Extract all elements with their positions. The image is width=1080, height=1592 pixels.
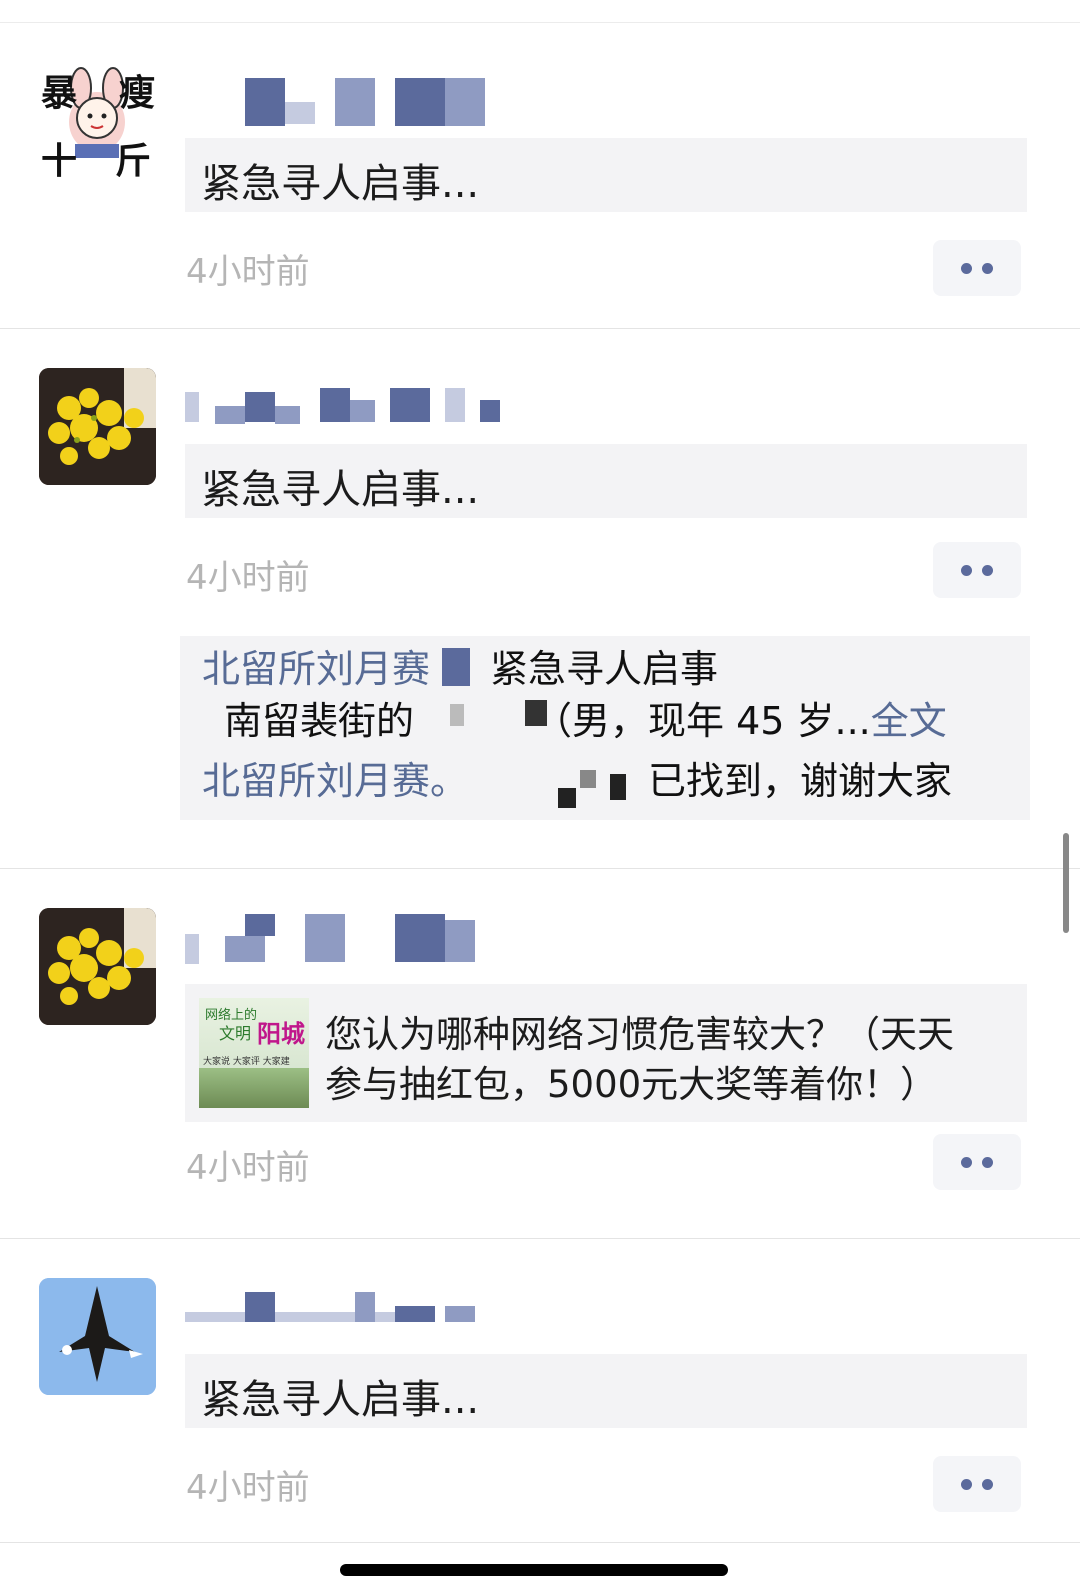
more-actions-button[interactable]	[933, 240, 1021, 296]
comment-text: （男，现年 45 岁...	[534, 699, 871, 743]
pixelated-username[interactable]	[185, 914, 515, 972]
mosaic-block	[395, 78, 445, 126]
post-time: 4小时前	[186, 558, 310, 598]
moment-post-3: 网络上的 文明 阳城 大家说 大家评 大家建 您认为哪种网络习惯危害较大？（天天…	[0, 868, 1080, 1239]
read-full-link[interactable]: 全文	[871, 699, 947, 743]
mosaic-block	[245, 914, 275, 936]
dot-icon	[982, 1479, 993, 1490]
thumb-text-2: 文明	[219, 1024, 252, 1043]
post-time: 4小时前	[186, 1468, 310, 1508]
avatar-text-3: 十	[41, 141, 78, 177]
article-thumbnail: 网络上的 文明 阳城 大家说 大家评 大家建	[199, 998, 309, 1108]
avatar-cartoon-sticker[interactable]: 暴 瘦 十 斤	[39, 60, 156, 177]
shared-link-card[interactable]: 紧急寻人启事...	[185, 1354, 1027, 1428]
mosaic-block	[225, 936, 265, 962]
mosaic-block	[245, 1292, 275, 1322]
moment-post-4: 紧急寻人启事... 4小时前	[0, 1238, 1080, 1543]
mosaic-block	[558, 788, 576, 808]
shared-link-card[interactable]: 网络上的 文明 阳城 大家说 大家评 大家建 您认为哪种网络习惯危害较大？（天天…	[185, 984, 1027, 1122]
pixelated-username[interactable]	[185, 1282, 515, 1340]
share-title-line-1: 您认为哪种网络习惯危害较大？（天天	[325, 1013, 954, 1056]
avatar-text-4: 斤	[115, 141, 152, 177]
comment-text: 紧急寻人启事	[490, 647, 719, 691]
thumb-text-3: 阳城	[257, 1020, 305, 1048]
eagle-icon	[39, 1278, 156, 1395]
comment-2[interactable]: 北留所刘月赛。 已找到，谢谢大家	[202, 750, 952, 805]
mosaic-block	[442, 648, 470, 686]
post-time: 4小时前	[186, 1148, 310, 1188]
mosaic-block	[275, 406, 300, 424]
share-title-line-2: 参与抽红包，5000元大奖等着你！）	[325, 1063, 938, 1106]
comment-text: 已找到，谢谢大家	[648, 759, 953, 803]
mosaic-block	[185, 934, 199, 964]
flower-photo-icon	[39, 908, 156, 1025]
dot-icon	[961, 263, 972, 274]
mosaic-block	[335, 78, 375, 126]
mosaic-block	[445, 1306, 475, 1322]
share-title: 紧急寻人启事...	[201, 1377, 480, 1423]
mosaic-block	[450, 704, 464, 726]
mosaic-block	[610, 774, 626, 800]
more-actions-button[interactable]	[933, 1134, 1021, 1190]
mosaic-block	[355, 1292, 375, 1322]
mosaic-block	[395, 1306, 435, 1322]
mosaic-block	[350, 400, 375, 422]
mosaic-block	[320, 388, 350, 422]
thumb-city-image	[199, 1068, 309, 1108]
avatar-text-2: 瘦	[119, 73, 156, 114]
scroll-indicator[interactable]	[1063, 833, 1069, 933]
mosaic-block	[215, 406, 245, 424]
comments-section: 北留所刘月赛 紧急寻人启事 南留裴街的 （男，现年 45 岁...全文 北留所刘月赛…	[180, 636, 1030, 820]
mosaic-block	[445, 78, 485, 126]
mosaic-block	[395, 914, 445, 962]
dot-icon	[982, 263, 993, 274]
flower-photo-icon	[39, 368, 156, 485]
mosaic-block	[185, 1312, 425, 1322]
comment-text: 南留裴街的	[224, 699, 415, 743]
mosaic-block	[245, 78, 285, 126]
mosaic-block	[245, 392, 275, 422]
comment-author[interactable]: 北留所刘月赛	[202, 647, 430, 691]
mosaic-block	[480, 400, 500, 422]
share-title: 紧急寻人启事...	[201, 161, 480, 207]
avatar-eagle[interactable]	[39, 1278, 156, 1395]
comment-1-continued: 南留裴街的 （男，现年 45 岁...全文	[224, 690, 947, 745]
avatar-yellow-flowers[interactable]	[39, 368, 156, 485]
mosaic-block	[445, 920, 475, 962]
dot-icon	[961, 1157, 972, 1168]
thumb-text-4: 大家说 大家评 大家建	[203, 1057, 290, 1067]
mosaic-block	[525, 700, 547, 726]
mosaic-block	[390, 388, 430, 422]
home-indicator[interactable]	[340, 1564, 728, 1576]
avatar-yellow-flowers[interactable]	[39, 908, 156, 1025]
moment-post-1: 暴 瘦 十 斤 紧急寻人启事... 4小时前	[0, 22, 1080, 329]
dot-icon	[982, 565, 993, 576]
mosaic-block	[305, 914, 345, 962]
mosaic-block	[285, 102, 315, 124]
more-actions-button[interactable]	[933, 542, 1021, 598]
shared-link-card[interactable]: 紧急寻人启事...	[185, 444, 1027, 518]
pixelated-username[interactable]	[185, 74, 515, 132]
dot-icon	[982, 1157, 993, 1168]
mosaic-block	[185, 392, 199, 422]
comment-author[interactable]: 北留所刘月赛。	[202, 759, 468, 803]
dot-icon	[961, 1479, 972, 1490]
share-title: 紧急寻人启事...	[201, 467, 480, 513]
mosaic-block	[580, 770, 596, 788]
mosaic-block	[445, 388, 465, 422]
post-time: 4小时前	[186, 252, 310, 292]
pixelated-username[interactable]	[185, 376, 515, 434]
dot-icon	[961, 565, 972, 576]
more-actions-button[interactable]	[933, 1456, 1021, 1512]
shared-link-card[interactable]: 紧急寻人启事...	[185, 138, 1027, 212]
avatar-text-1: 暴	[41, 73, 78, 114]
